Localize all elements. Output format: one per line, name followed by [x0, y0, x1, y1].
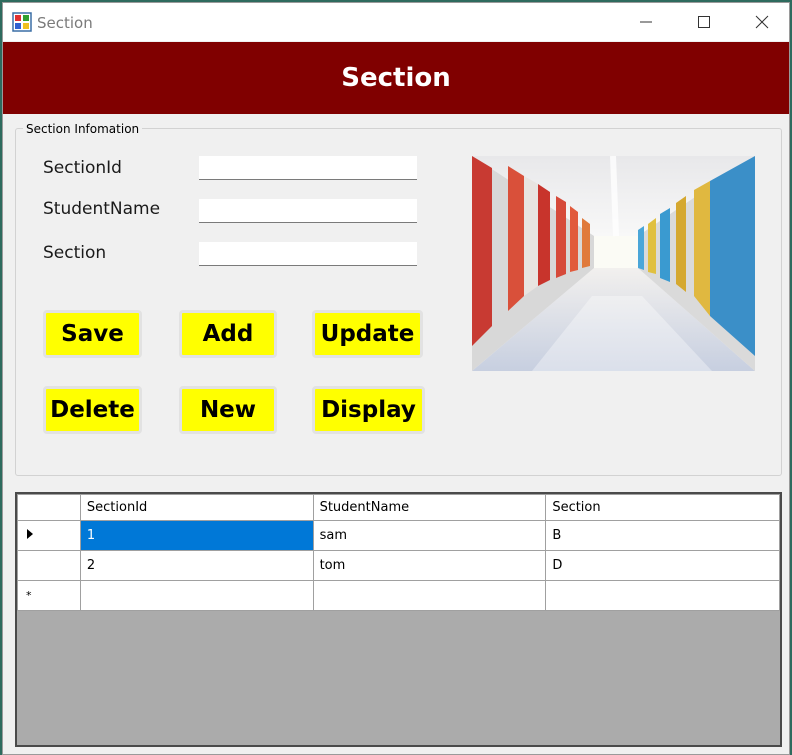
delete-button[interactable]: Delete [43, 386, 142, 434]
grid-cell-section[interactable] [545, 580, 780, 611]
app-window: Section Section Section Infomation Secti… [2, 2, 790, 755]
column-header-sectionid[interactable]: SectionId [79, 494, 314, 521]
row-header-cell[interactable] [17, 550, 81, 581]
grid-header-row: SectionId StudentName Section [17, 494, 780, 521]
grid-cell-sectionid[interactable] [79, 580, 314, 611]
new-row-marker: * [26, 589, 32, 602]
data-grid[interactable]: SectionId StudentName Section 1 sam B 2 … [15, 492, 782, 747]
section-label: Section [43, 243, 107, 263]
sectionid-input[interactable] [199, 156, 417, 180]
grid-cell-studentname[interactable] [312, 580, 547, 611]
column-header-studentname[interactable]: StudentName [312, 494, 547, 521]
column-header-section[interactable]: Section [545, 494, 780, 521]
section-input[interactable] [199, 242, 417, 266]
grid-cell-studentname[interactable]: sam [312, 520, 547, 551]
current-row-arrow-icon [27, 528, 33, 539]
window-title: Section [37, 14, 93, 32]
grid-cell-sectionid[interactable]: 1 [79, 520, 314, 551]
row-header-cell[interactable] [17, 520, 81, 551]
maximize-icon [698, 16, 710, 28]
minimize-button[interactable] [617, 3, 675, 41]
studentname-label: StudentName [43, 199, 161, 219]
title-bar[interactable]: Section [3, 3, 789, 41]
grid-table: SectionId StudentName Section 1 sam B 2 … [17, 494, 780, 611]
grid-cell-sectionid[interactable]: 2 [79, 550, 314, 581]
grid-corner-cell[interactable] [17, 494, 81, 521]
close-button[interactable] [733, 3, 789, 41]
app-icon [12, 12, 32, 32]
hallway-image [472, 156, 755, 371]
save-button[interactable]: Save [43, 310, 142, 358]
grid-cell-section[interactable]: D [545, 550, 780, 581]
maximize-button[interactable] [675, 3, 733, 41]
sectionid-label: SectionId [43, 158, 122, 178]
grid-cell-section[interactable]: B [545, 520, 780, 551]
table-row[interactable]: 1 sam B [17, 520, 780, 551]
display-button[interactable]: Display [312, 386, 425, 434]
groupbox-legend: Section Infomation [23, 122, 143, 136]
grid-cell-studentname[interactable]: tom [312, 550, 547, 581]
new-row[interactable]: * [17, 580, 780, 611]
close-icon [755, 15, 769, 29]
minimize-icon [640, 21, 652, 23]
studentname-input[interactable] [199, 199, 417, 223]
row-header-cell[interactable]: * [17, 580, 81, 611]
table-row[interactable]: 2 tom D [17, 550, 780, 581]
update-button[interactable]: Update [312, 310, 423, 358]
page-header: Section [3, 42, 789, 114]
add-button[interactable]: Add [179, 310, 277, 358]
new-button[interactable]: New [179, 386, 277, 434]
